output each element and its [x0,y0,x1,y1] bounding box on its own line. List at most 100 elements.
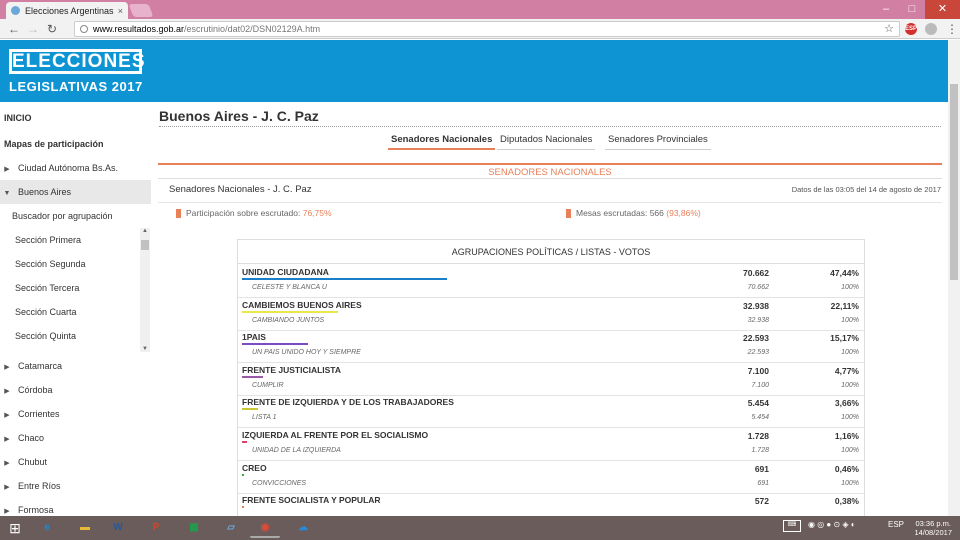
submenu-scrollbar[interactable]: ▲ ▼ [140,228,150,352]
sidebar: INICIO Mapas de participación ▶ Ciudad Au… [0,102,151,516]
scroll-down-icon[interactable]: ▼ [142,346,148,352]
sidebar-item-province[interactable]: ▶ Ciudad Autónoma Bs.As. [0,156,151,180]
list-percent: 100% [841,349,859,357]
windows-start-icon[interactable]: ⊞ [0,516,30,540]
sidebar-item-province[interactable]: ▶ Corrientes [0,402,151,426]
tab-senadores-nacionales[interactable]: Senadores Nacionales [388,130,496,150]
page-scrollbar-thumb[interactable] [950,84,958,280]
chevron-right-icon: ▶ [4,436,10,443]
data-timestamp: Datos de las 03:05 del 14 de agosto de 2… [791,185,941,194]
tab-close-icon[interactable]: × [118,6,123,16]
party-name: IZQUIERDA AL FRENTE POR EL SOCIALISMO [242,430,429,440]
mesas-stat: Mesas escrutadas: 566 (93,86%) [566,208,701,219]
sidebar-item-province[interactable]: ▼ Buenos Aires [0,180,151,204]
sidebar-item-province[interactable]: ▶ Chubut [0,450,151,474]
browser-tab[interactable]: Elecciones Argentinas de × [6,2,128,19]
reload-icon[interactable]: ↻ [47,22,57,36]
favicon-icon [11,6,20,15]
extension-esp-icon[interactable]: ESP [905,23,917,35]
logo[interactable]: ELECCIONES [9,49,145,74]
sidebar-subitem[interactable]: Sección Primera [0,228,140,252]
taskbar-clock[interactable]: 03:36 p.m. 14/08/2017 [914,519,952,537]
list-percent: 100% [841,447,859,454]
browser-menu-icon[interactable]: ⋮ [946,22,958,36]
sidebar-item-label: Chubut [18,457,48,467]
tray-icons[interactable]: ◉ ◎ ● ⊙ ◈ ◐ [808,520,856,529]
party-votes: 572 [754,496,769,507]
party-share-bar [242,441,247,443]
party-share-bar [242,473,244,476]
list-name: LISTA 1 [252,414,277,422]
party-votes: 5.454 [747,398,769,409]
sidebar-item-province[interactable]: ▶ Chaco [0,426,151,450]
tablet-icon[interactable]: ▱ [216,518,246,538]
sidebar-item-inicio[interactable]: INICIO [0,106,151,130]
table-row: 1PAIS 22.593 15,17% UN PAIS UNIDO HOY Y SIE… [238,330,864,364]
list-name: CELESTE Y BLANCA U [252,284,327,291]
submenu-scrollbar-thumb[interactable] [141,240,149,250]
title-divider [159,126,941,127]
window-close-icon[interactable]: ✕ [925,0,960,19]
party-share-bar [242,506,244,509]
table-row: FRENTE JUSTICIALISTA 7.100 4,77% CUMPLIR 7.1… [238,363,864,396]
keyboard-icon[interactable]: ⌨ [783,520,801,532]
participation-value: 76,75% [302,208,332,218]
sidebar-item-province[interactable]: ▶ Córdoba [0,378,151,402]
sidebar-item-label: Formosa [18,505,54,515]
list-name: CAMBIANDO JUNTOS [252,316,325,324]
list-name: CUMPLIR [252,381,284,389]
minimize-icon[interactable]: – [873,0,899,19]
sidebar-item-province[interactable]: ▶ Catamarca [0,354,151,378]
scroll-up-icon[interactable]: ▲ [142,228,148,234]
tab-diputados-nacionales[interactable]: Diputados Nacionales [497,130,596,150]
main-content: Buenos Aires - J. C. Paz Senadores Nacio… [151,102,948,516]
store-icon[interactable]: ▦ [179,518,209,538]
participation-stat: Participación sobre escrutado: 76,75% [176,208,332,219]
party-name: CREO [242,462,267,473]
sidebar-item-province[interactable]: ▶ Formosa [0,498,151,516]
sidebar-item-mapas[interactable]: Mapas de participación [0,132,151,156]
sidebar-item-label: Ciudad Autónoma Bs.As. [18,163,119,173]
page-scrollbar[interactable] [948,40,960,516]
maximize-icon[interactable]: □ [899,0,925,19]
extension-icon[interactable] [925,23,937,35]
tab-senadores-provinciales[interactable]: Senadores Provinciales [605,130,711,150]
list-name: UNIDAD DE LA IZQUIERDA [252,447,341,454]
results-table: AGRUPACIONES POLÍTICAS / LISTAS - VOTOS … [237,239,865,516]
back-icon[interactable]: ← [8,22,20,36]
chevron-right-icon: ▶ [4,484,10,491]
party-votes: 70.662 [743,268,769,278]
ie-icon[interactable]: e [32,518,62,538]
forward-icon[interactable]: → [27,22,39,36]
section-title: SENADORES NACIONALES [158,163,942,179]
language-indicator[interactable]: ESP [888,520,904,529]
sidebar-subitem[interactable]: Sección Segunda [0,252,140,276]
participation-label: Participación sobre escrutado: [186,208,301,218]
table-row: CREO 691 0,46% CONVICCIONES 691 100% [238,461,864,494]
party-votes: 1.728 [747,431,769,441]
party-name: UNIDAD CIUDADANA [242,267,329,277]
party-votes: 7.100 [747,365,769,376]
url-path: /escrutinio/dat02/DSN02129A.htm [184,24,321,34]
new-tab-button[interactable] [128,4,154,17]
powerpoint-icon[interactable]: P [141,518,171,538]
explorer-icon[interactable]: ▬ [70,518,100,538]
clock-date: 14/08/2017 [914,528,952,537]
sidebar-item-province[interactable]: ▶ Entre Ríos [0,474,151,498]
bookmark-star-icon[interactable]: ☆ [884,22,894,36]
list-percent: 100% [841,479,859,487]
chrome-icon[interactable]: ◉ [250,518,280,538]
party-share-bar [242,310,338,313]
party-name: 1PAIS [242,332,266,343]
sidebar-subitem[interactable]: Sección Tercera [0,276,140,300]
sidebar-subitem[interactable]: Buscador por agrupación [0,204,140,228]
sidebar-item-label: Entre Ríos [18,481,61,491]
list-votes: 5.454 [751,414,769,422]
onedrive-icon[interactable]: ☁ [288,518,318,538]
clock-time: 03:36 p.m. [915,519,951,528]
address-bar[interactable]: www.resultados.gob.ar/escrutinio/dat02/D… [74,21,900,37]
word-icon[interactable]: W [103,518,133,538]
page-info-icon[interactable] [80,25,88,33]
sidebar-subitem[interactable]: Sección Cuarta [0,300,140,324]
sidebar-subitem[interactable]: Sección Quinta [0,324,140,348]
